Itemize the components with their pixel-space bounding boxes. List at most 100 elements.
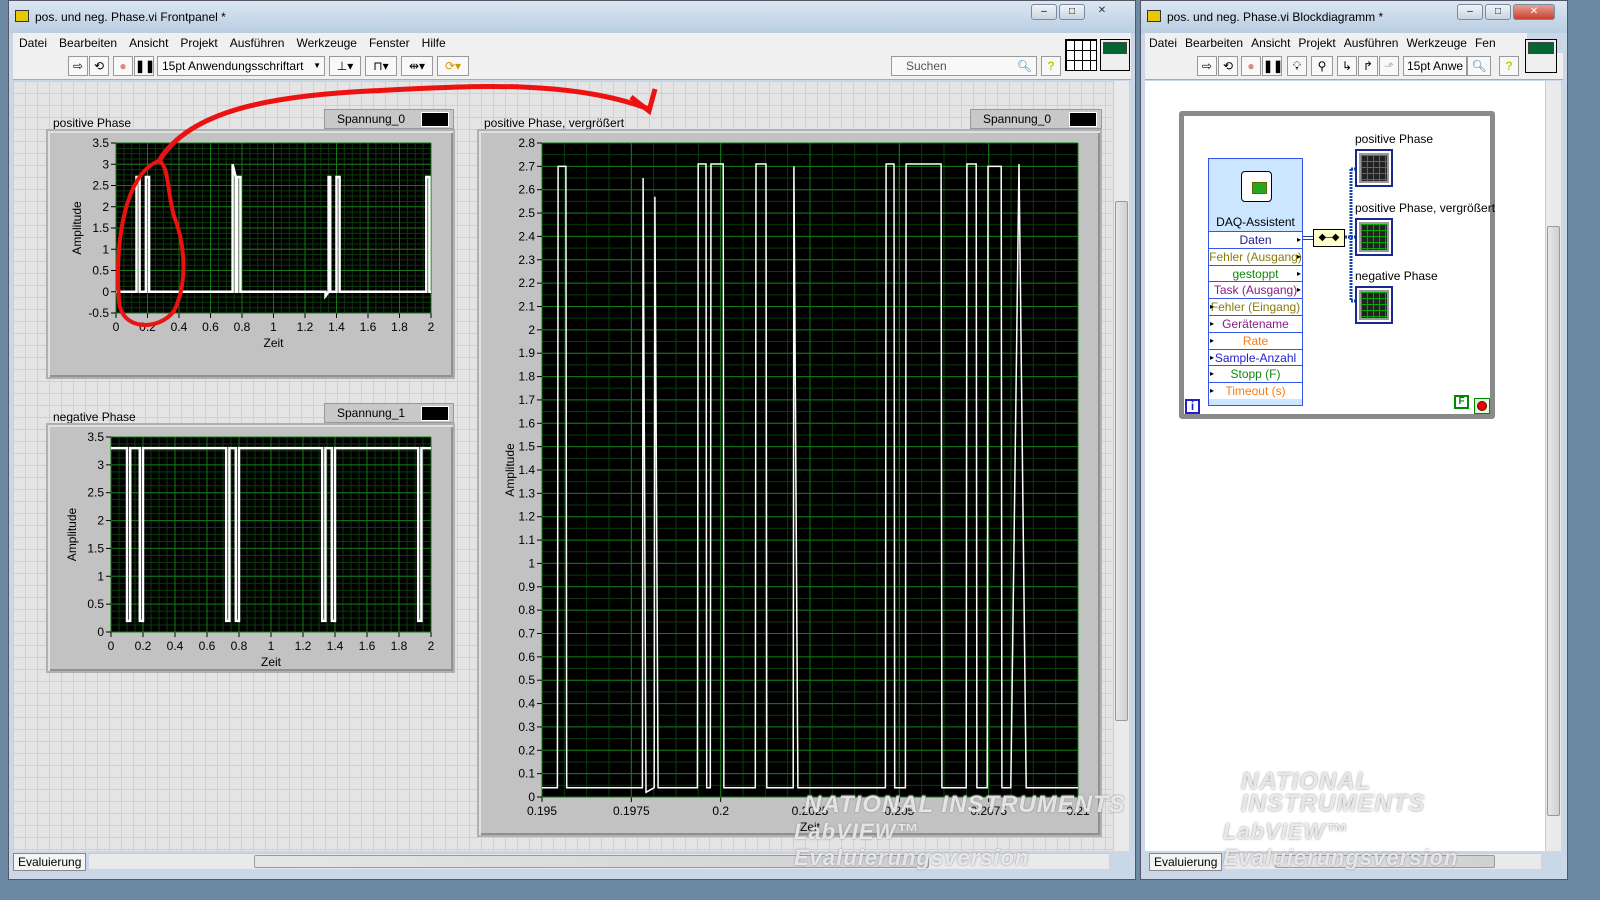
menu-datei[interactable]: Datei xyxy=(1145,33,1181,50)
waveform-graph-icon xyxy=(1359,290,1389,320)
y-tick-label: 1.9 xyxy=(518,346,535,360)
y-tick-label: 2.5 xyxy=(87,486,104,500)
maximize-button[interactable]: □ xyxy=(1485,4,1511,20)
y-tick-label: 2.5 xyxy=(92,179,109,193)
scroll-thumb[interactable] xyxy=(1115,201,1128,721)
step-into-icon[interactable]: ↳ xyxy=(1337,56,1357,76)
y-tick-label: 0.2 xyxy=(518,743,535,757)
daq-terminal[interactable]: Sample-Anzahl ▸ xyxy=(1209,348,1302,366)
y-tick-label: 2.3 xyxy=(518,253,535,267)
daq-terminal[interactable]: Daten ▸ xyxy=(1209,231,1302,248)
x-tick-label: 0.2 xyxy=(712,804,729,818)
status-evaluierung: Evaluierung xyxy=(13,853,87,871)
pause-icon[interactable]: ❚❚ xyxy=(1262,56,1283,76)
stop-condition-icon[interactable] xyxy=(1474,398,1490,414)
menu-projekt[interactable]: Projekt xyxy=(1294,33,1339,50)
x-tick-label: 0.6 xyxy=(202,320,219,334)
y-tick-label: 1.8 xyxy=(518,370,535,384)
daq-terminal[interactable]: Rate ▸ xyxy=(1209,331,1302,349)
x-tick-label: 1.8 xyxy=(391,639,408,653)
y-tick-label: 0.1 xyxy=(518,767,535,781)
input-arrow-icon: ▸ xyxy=(1210,335,1215,345)
highlight-execution-icon[interactable]: 💡︎ xyxy=(1287,56,1307,76)
x-tick-label: 0.2 xyxy=(135,639,152,653)
run-arrow-icon[interactable]: ⇨ xyxy=(1197,56,1217,76)
daq-terminal-label: Daten xyxy=(1239,233,1272,247)
y-tick-label: 0 xyxy=(102,285,109,299)
minimize-button[interactable]: – xyxy=(1457,4,1483,20)
daq-terminal-label: Fehler (Eingang) xyxy=(1210,300,1301,315)
waveform-graph-indicator[interactable] xyxy=(1355,286,1393,324)
daq-terminal-label: Timeout (s) xyxy=(1225,384,1286,399)
vi-icon-pane[interactable] xyxy=(1525,39,1557,73)
menu-fenster[interactable]: Fen xyxy=(1471,33,1500,50)
y-tick-label: 2 xyxy=(97,514,104,528)
chart-2: 0.195 0.1975 0.2 0.2025 0.205 0.2075 0.2100.10… xyxy=(503,136,1090,834)
loop-iteration-terminal: i xyxy=(1185,399,1200,414)
x-tick-label: 1.2 xyxy=(297,320,314,334)
daq-terminal[interactable]: Fehler (Ausgang) ▸ xyxy=(1209,247,1302,265)
y-tick-label: 1.2 xyxy=(518,510,535,524)
scroll-thumb[interactable] xyxy=(1547,226,1560,816)
chart-1: 0 0.2 0.4 0.6 0.8 1 1.2 1.4 1.6 1.8 2 0 0.5 1 1.5 2 2.5 3… xyxy=(65,430,435,669)
y-tick-label: 3.5 xyxy=(92,136,109,150)
font-select[interactable]: 15pt Anwe xyxy=(1403,56,1467,76)
daq-terminal[interactable]: Gerätename ▸ xyxy=(1209,314,1302,332)
x-tick-label: 1 xyxy=(268,639,275,653)
false-constant[interactable]: F xyxy=(1454,395,1469,409)
y-tick-label: 0.9 xyxy=(518,580,535,594)
x-tick-label: 2 xyxy=(428,320,435,334)
y-tick-label: 1.3 xyxy=(518,486,535,500)
daq-terminal[interactable]: Task (Ausgang) ▸ xyxy=(1209,281,1302,299)
daq-terminal[interactable]: Fehler (Eingang) ▸ xyxy=(1209,298,1302,315)
step-over-icon[interactable]: ↱ xyxy=(1358,56,1378,76)
x-tick-label: 1.8 xyxy=(391,320,408,334)
y-tick-label: 1.4 xyxy=(518,463,535,477)
daq-terminal[interactable]: Timeout (s) ▸ xyxy=(1209,382,1302,399)
y-tick-label: 0 xyxy=(97,625,104,639)
menu-bearbeiten[interactable]: Bearbeiten xyxy=(1181,33,1247,50)
x-tick-label: 1.4 xyxy=(327,639,344,653)
y-tick-label: 2 xyxy=(528,323,535,337)
y-tick-label: 3 xyxy=(97,458,104,472)
menu-ansicht[interactable]: Ansicht xyxy=(1247,33,1294,50)
watermark-brand: NATIONAL INSTRUMENTS xyxy=(1241,768,1426,817)
menu-ausfuehren[interactable]: Ausführen xyxy=(1340,33,1403,50)
status-evaluierung: Evaluierung xyxy=(1149,853,1223,871)
step-out-icon[interactable]: ⬏ xyxy=(1379,56,1399,76)
y-tick-label: 1 xyxy=(97,569,104,583)
abort-icon[interactable]: ● xyxy=(1241,56,1261,76)
search-icon[interactable]: 🔍︎ xyxy=(1467,56,1491,76)
menu-werkzeuge[interactable]: Werkzeuge xyxy=(1402,33,1470,50)
block-diagram-titlebar[interactable]: pos. und neg. Phase.vi Blockdiagramm * –… xyxy=(1141,1,1567,33)
y-tick-label: 2.8 xyxy=(518,136,535,150)
y-axis-label: Amplitude xyxy=(70,201,84,255)
y-tick-label: 2.6 xyxy=(518,183,535,197)
vertical-scrollbar[interactable] xyxy=(1545,81,1561,851)
run-continuously-icon[interactable]: ⟲ xyxy=(1218,56,1238,76)
x-tick-label: 2 xyxy=(428,639,435,653)
x-tick-label: 0.6 xyxy=(199,639,216,653)
y-tick-label: 0.7 xyxy=(518,627,535,641)
input-arrow-icon: ▸ xyxy=(1210,302,1215,312)
waveform-graph-icon xyxy=(1359,222,1389,252)
daq-terminal-label: Fehler (Ausgang) xyxy=(1209,249,1302,264)
input-arrow-icon: ▸ xyxy=(1210,352,1215,362)
y-tick-label: 0.8 xyxy=(518,603,535,617)
y-tick-label: 3 xyxy=(102,157,109,171)
vertical-scrollbar[interactable] xyxy=(1113,81,1129,851)
input-arrow-icon: ▸ xyxy=(1210,386,1215,396)
y-tick-label: 1.5 xyxy=(518,440,535,454)
close-button[interactable]: ✕ xyxy=(1513,4,1555,20)
daq-terminal[interactable]: gestoppt ▸ xyxy=(1209,264,1302,282)
daq-terminal[interactable]: Stopp (F) ▸ xyxy=(1209,365,1302,383)
waveform-graph-indicator[interactable] xyxy=(1355,149,1393,187)
y-axis-label: Amplitude xyxy=(65,508,79,562)
x-tick-label: 0.4 xyxy=(171,320,188,334)
x-tick-label: 1.6 xyxy=(360,320,377,334)
charts-layer: 0 0.2 0.4 0.6 0.8 1 1.2 1.4 1.6 1.8 2 -0.5 0 0.5 1 1.5 2… xyxy=(65,136,1090,834)
waveform-graph-indicator[interactable] xyxy=(1355,218,1393,256)
retain-wire-values-icon[interactable]: ⚲ xyxy=(1311,56,1333,76)
help-button[interactable]: ? xyxy=(1499,56,1519,76)
daq-assistant[interactable]: DAQ-Assistent Daten ▸ Fehler (Ausgang) ▸ ges… xyxy=(1208,158,1303,406)
